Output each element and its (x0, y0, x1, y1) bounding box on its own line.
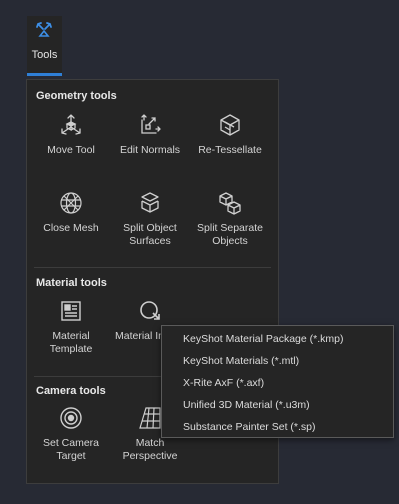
split-separate-objects-icon (219, 192, 241, 215)
tool-label: Set Camera Target (42, 437, 100, 462)
split-object-surfaces-icon (141, 192, 159, 213)
tool-label: Material Template (49, 330, 93, 355)
material-template-icon (61, 301, 81, 321)
tool-label: Split Object Surfaces (123, 222, 177, 247)
menu-item-axf[interactable]: X-Rite AxF (*.axf) (183, 377, 264, 389)
match-perspective-icon (139, 407, 161, 429)
tool-label: Close Mesh (43, 222, 99, 234)
material-import-icon (140, 301, 160, 320)
split-separate-objects-button[interactable]: Split Separate Objects (191, 190, 269, 248)
geometry-tools-title: Geometry tools (36, 90, 117, 102)
menu-item-kmp[interactable]: KeyShot Material Package (*.kmp) (183, 333, 343, 345)
re-tessellate-button[interactable]: Re-Tessellate (191, 112, 269, 157)
tools-tab-label: Tools (31, 49, 58, 61)
camera-target-icon (60, 407, 82, 429)
material-tools-title: Material tools (36, 277, 107, 289)
edit-normals-icon (141, 114, 161, 134)
tool-label: Match Perspective (122, 437, 178, 462)
move-tool-icon (61, 114, 81, 135)
material-template-button[interactable]: Material Template (32, 298, 110, 356)
menu-item-sp[interactable]: Substance Painter Set (*.sp) (183, 421, 316, 433)
tool-label: Edit Normals (119, 144, 181, 156)
tools-icon (36, 22, 52, 37)
tool-label: Split Separate Objects (197, 222, 263, 247)
set-camera-target-button[interactable]: Set Camera Target (32, 405, 110, 463)
menu-item-mtl[interactable]: KeyShot Materials (*.mtl) (183, 355, 299, 367)
split-object-surfaces-button[interactable]: Split Object Surfaces (111, 190, 189, 248)
tool-label: Re-Tessellate (198, 144, 262, 156)
camera-tools-title: Camera tools (36, 385, 106, 397)
section-divider (34, 267, 271, 268)
edit-normals-button[interactable]: Edit Normals (111, 112, 189, 157)
menu-item-u3m[interactable]: Unified 3D Material (*.u3m) (183, 399, 310, 411)
move-tool-button[interactable]: Move Tool (32, 112, 110, 157)
close-mesh-button[interactable]: Close Mesh (32, 190, 110, 235)
re-tessellate-icon (220, 114, 240, 136)
tools-tab[interactable]: Tools (27, 16, 62, 76)
close-mesh-icon (60, 192, 82, 214)
tool-label: Move Tool (47, 144, 95, 156)
material-import-menu: KeyShot Material Package (*.kmp) KeyShot… (161, 325, 394, 438)
